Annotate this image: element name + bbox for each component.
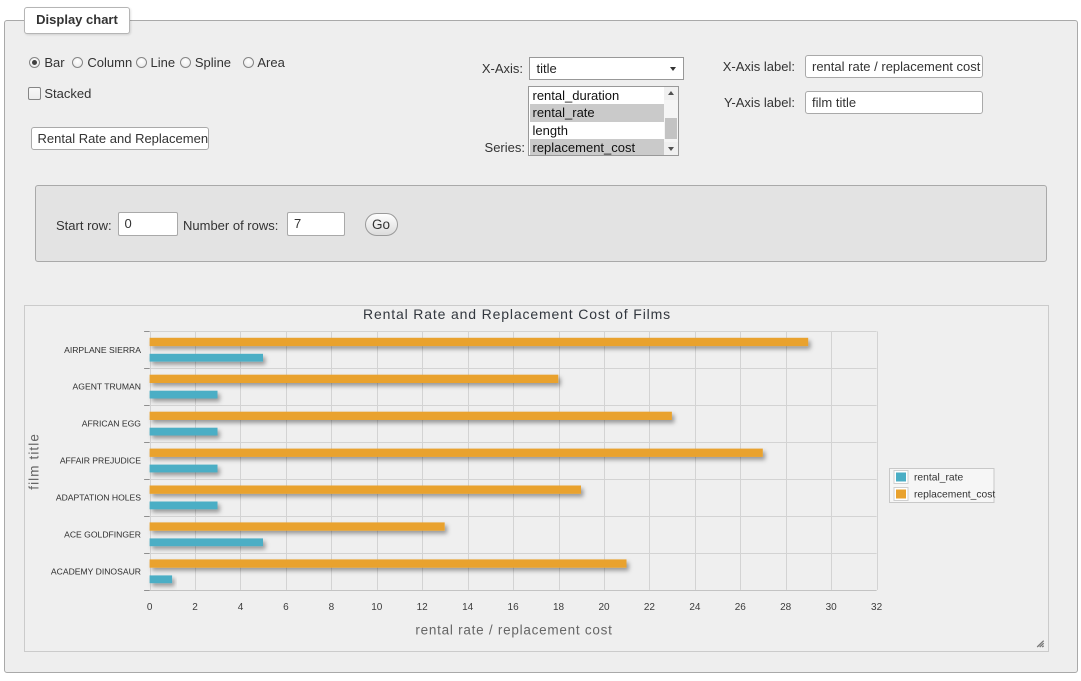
svg-text:18: 18 <box>553 602 565 613</box>
svg-text:ADAPTATION HOLES: ADAPTATION HOLES <box>56 493 141 503</box>
svg-text:26: 26 <box>735 602 747 613</box>
svg-text:30: 30 <box>826 602 838 613</box>
svg-text:32: 32 <box>871 602 883 613</box>
svg-text:10: 10 <box>371 602 383 613</box>
svg-text:rental rate / replacement cost: rental rate / replacement cost <box>415 623 612 638</box>
svg-text:6: 6 <box>283 602 289 613</box>
svg-text:ACE GOLDFINGER: ACE GOLDFINGER <box>64 529 141 539</box>
svg-text:0: 0 <box>147 602 153 613</box>
svg-text:AFFAIR PREJUDICE: AFFAIR PREJUDICE <box>60 456 141 466</box>
svg-text:AFRICAN EGG: AFRICAN EGG <box>82 419 142 429</box>
svg-text:4: 4 <box>238 602 244 613</box>
svg-text:24: 24 <box>689 602 701 613</box>
svg-text:replacement_cost: replacement_cost <box>914 490 995 501</box>
svg-text:22: 22 <box>644 602 656 613</box>
svg-text:16: 16 <box>508 602 520 613</box>
svg-text:12: 12 <box>417 602 429 613</box>
svg-text:film title: film title <box>27 433 42 490</box>
svg-text:AIRPLANE SIERRA: AIRPLANE SIERRA <box>64 345 141 355</box>
svg-text:2: 2 <box>192 602 198 613</box>
svg-text:14: 14 <box>462 602 474 613</box>
svg-text:ACADEMY DINOSAUR: ACADEMY DINOSAUR <box>51 566 141 576</box>
svg-text:Rental Rate and Replacement Co: Rental Rate and Replacement Cost of Film… <box>363 306 671 322</box>
svg-text:8: 8 <box>329 602 335 613</box>
svg-text:rental_rate: rental_rate <box>914 473 964 484</box>
svg-text:20: 20 <box>598 602 610 613</box>
svg-text:28: 28 <box>780 602 792 613</box>
svg-text:AGENT TRUMAN: AGENT TRUMAN <box>73 382 141 392</box>
